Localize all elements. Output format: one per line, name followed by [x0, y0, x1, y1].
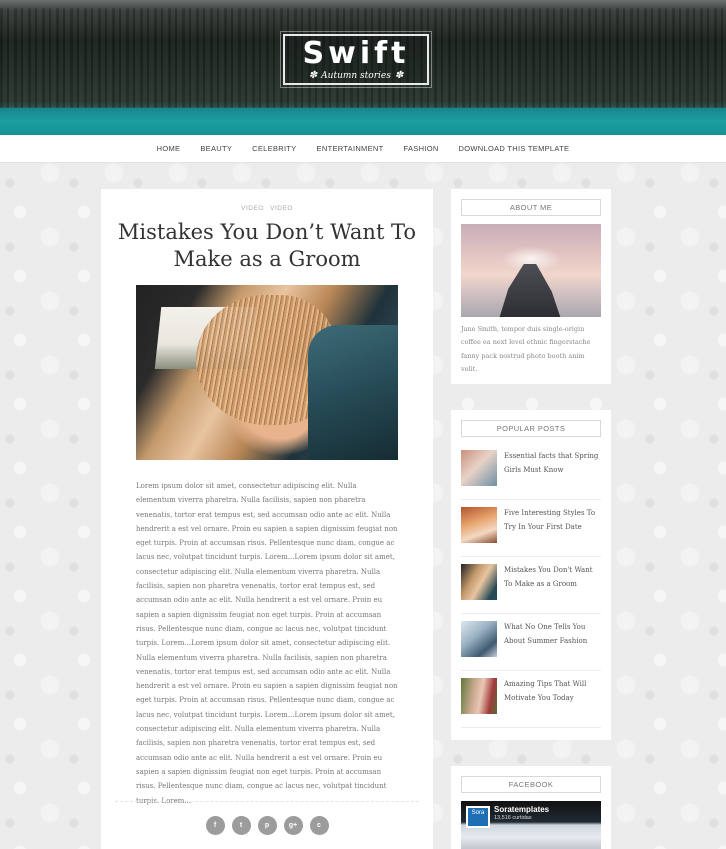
site-logo[interactable]: Swift ✽ Autumn stories ✽: [280, 31, 432, 88]
facebook-share-icon[interactable]: f: [205, 816, 225, 835]
leaf-icon: ✽: [394, 70, 404, 81]
popular-post-thumbnail[interactable]: [461, 564, 497, 600]
facebook-page-name[interactable]: Soratemplates: [494, 805, 549, 814]
popular-post-thumbnail[interactable]: [461, 507, 497, 543]
about-me-widget: ABOUT ME Jane Smith, tempor duis single-…: [451, 189, 611, 384]
facebook-title: FACEBOOK: [461, 776, 601, 793]
post-label[interactable]: VIDEO: [241, 205, 264, 212]
popular-post-thumbnail[interactable]: [461, 621, 497, 657]
pinterest-share-icon[interactable]: p: [257, 816, 277, 835]
nav-home[interactable]: HOME: [157, 144, 181, 153]
popular-post-thumbnail[interactable]: [461, 450, 497, 486]
facebook-page-likes: 13,516 curtidas: [494, 815, 532, 821]
popular-post-item[interactable]: Mistakes You Don't Want To Make as a Gro…: [461, 557, 601, 614]
popular-post-title[interactable]: Mistakes You Don't Want To Make as a Gro…: [504, 564, 601, 591]
popular-post-title[interactable]: What No One Tells You About Summer Fashi…: [504, 621, 601, 648]
post-card: VIDEO VIDEO Mistakes You Don’t Want To M…: [101, 189, 433, 849]
popular-post-title[interactable]: Five Interesting Styles To Try In Your F…: [504, 507, 601, 534]
about-me-text: Jane Smith, tempor duis single-origin co…: [461, 325, 591, 373]
logo-subtitle-row: ✽ Autumn stories ✽: [285, 70, 427, 82]
header-banner: Swift ✽ Autumn stories ✽: [0, 0, 726, 135]
facebook-page-logo[interactable]: Sora: [466, 806, 490, 828]
post-title[interactable]: Mistakes You Don’t Want To Make as a Gro…: [115, 219, 419, 273]
popular-post-item[interactable]: Amazing Tips That Will Motivate You Toda…: [461, 671, 601, 728]
share-bar: f t p g+ c: [101, 816, 433, 835]
google-plus-share-icon[interactable]: g+: [283, 816, 303, 835]
popular-post-item[interactable]: Essential facts that Spring Girls Must K…: [461, 443, 601, 500]
popular-post-title[interactable]: Essential facts that Spring Girls Must K…: [504, 450, 601, 477]
about-me-image: [461, 224, 601, 317]
car-seat: [308, 325, 398, 460]
popular-post-item[interactable]: What No One Tells You About Summer Fashi…: [461, 614, 601, 671]
popular-posts-widget: POPULAR POSTS Essential facts that Sprin…: [451, 410, 611, 740]
nav-download-template[interactable]: DOWNLOAD THIS TEMPLATE: [459, 144, 570, 153]
facebook-widget: FACEBOOK Sora Soratemplates 13,516 curti…: [451, 766, 611, 849]
post-body: Lorem ipsum dolor sit amet, consectetur …: [136, 482, 398, 805]
twitter-share-icon[interactable]: t: [231, 816, 251, 835]
post-featured-image[interactable]: [136, 285, 398, 460]
popular-post-item[interactable]: Five Interesting Styles To Try In Your F…: [461, 500, 601, 557]
comment-icon[interactable]: c: [309, 816, 329, 835]
facebook-page-box[interactable]: Sora Soratemplates 13,516 curtidas: [461, 801, 601, 849]
nav-beauty[interactable]: BEAUTY: [200, 144, 232, 153]
main-nav: HOME BEAUTY CELEBRITY ENTERTAINMENT FASH…: [0, 135, 726, 163]
nav-entertainment[interactable]: ENTERTAINMENT: [317, 144, 384, 153]
logo-subtitle: Autumn stories: [321, 71, 391, 81]
post-divider: [115, 801, 419, 802]
lake-background: [0, 108, 726, 135]
logo-title: Swift: [302, 36, 410, 71]
post-label[interactable]: VIDEO: [270, 205, 293, 212]
popular-post-thumbnail[interactable]: [461, 678, 497, 714]
leaf-icon: ✽: [308, 70, 318, 81]
about-me-title: ABOUT ME: [461, 199, 601, 216]
nav-celebrity[interactable]: CELEBRITY: [252, 144, 296, 153]
popular-post-title[interactable]: Amazing Tips That Will Motivate You Toda…: [504, 678, 601, 705]
popular-posts-title: POPULAR POSTS: [461, 420, 601, 437]
nav-fashion[interactable]: FASHION: [404, 144, 439, 153]
post-labels: VIDEO VIDEO: [101, 205, 433, 212]
